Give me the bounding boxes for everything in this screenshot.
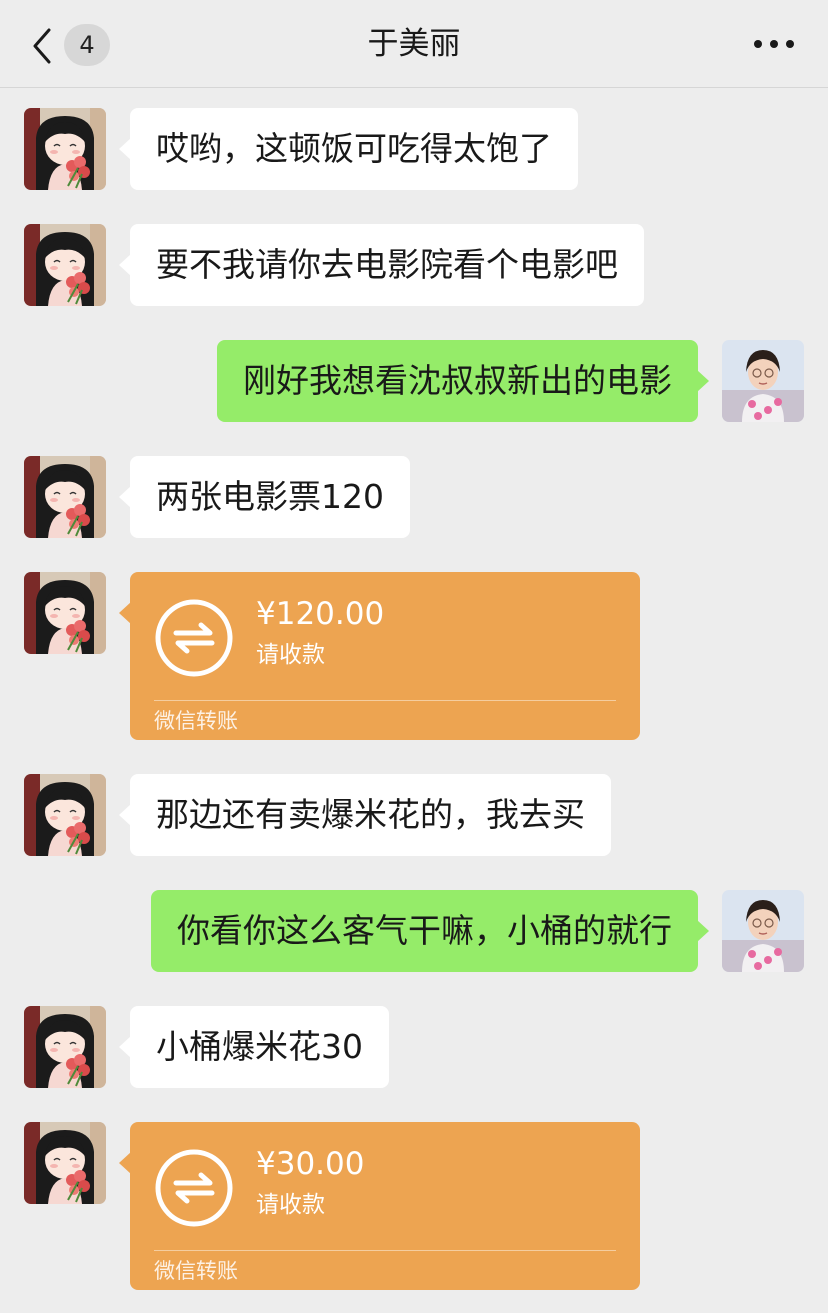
outgoing-text-bubble[interactable]: 你看你这么客气干嘛，小桶的就行 [151, 890, 709, 972]
message-row: ¥30.00 请收款 微信转账 [0, 1122, 828, 1290]
message-row: 刚好我想看沈叔叔新出的电影 [0, 340, 828, 422]
more-button[interactable] [752, 30, 796, 58]
transfer-label: 微信转账 [154, 1259, 238, 1283]
outgoing-text-bubble[interactable]: 刚好我想看沈叔叔新出的电影 [217, 340, 709, 422]
my-avatar[interactable] [722, 890, 804, 972]
transfer-card[interactable]: ¥30.00 请收款 微信转账 [119, 1122, 640, 1290]
transfer-note: 请收款 [256, 642, 325, 668]
more-dot [770, 40, 778, 48]
contact-avatar[interactable] [24, 1006, 106, 1088]
message-row: 小桶爆米花30 [0, 1006, 828, 1088]
message-row: 两张电影票120 [0, 456, 828, 538]
transfer-label: 微信转账 [154, 709, 238, 733]
contact-avatar[interactable] [24, 224, 106, 306]
transfer-amount: ¥30.00 [256, 1146, 365, 1182]
incoming-text-bubble[interactable]: 小桶爆米花30 [119, 1006, 389, 1088]
my-avatar[interactable] [722, 340, 804, 422]
chat-header: 4 于美丽 [0, 0, 828, 88]
transfer-amount: ¥120.00 [256, 596, 385, 632]
transfer-card[interactable]: ¥120.00 请收款 微信转账 [119, 572, 640, 740]
message-row: 你看你这么客气干嘛，小桶的就行 [0, 890, 828, 972]
more-dot [786, 40, 794, 48]
transfer-arrows-icon [154, 598, 234, 678]
contact-avatar[interactable] [24, 1122, 106, 1204]
incoming-text-bubble[interactable]: 两张电影票120 [119, 456, 410, 538]
message-row: 要不我请你去电影院看个电影吧 [0, 224, 828, 306]
incoming-text-bubble[interactable]: 那边还有卖爆米花的，我去买 [119, 774, 611, 856]
contact-avatar[interactable] [24, 456, 106, 538]
message-row: ¥120.00 请收款 微信转账 [0, 572, 828, 740]
contact-avatar[interactable] [24, 108, 106, 190]
contact-avatar[interactable] [24, 572, 106, 654]
transfer-arrows-icon [154, 1148, 234, 1228]
more-dots-icon [754, 40, 762, 48]
transfer-divider [154, 700, 616, 701]
transfer-divider [154, 1250, 616, 1251]
message-row: 哎哟，这顿饭可吃得太饱了 [0, 108, 828, 190]
incoming-text-bubble[interactable]: 要不我请你去电影院看个电影吧 [119, 224, 644, 306]
transfer-note: 请收款 [256, 1192, 325, 1218]
chat-title: 于美丽 [367, 26, 461, 62]
contact-avatar[interactable] [24, 774, 106, 856]
incoming-text-bubble[interactable]: 哎哟，这顿饭可吃得太饱了 [119, 108, 578, 190]
message-row: 那边还有卖爆米花的，我去买 [0, 774, 828, 856]
